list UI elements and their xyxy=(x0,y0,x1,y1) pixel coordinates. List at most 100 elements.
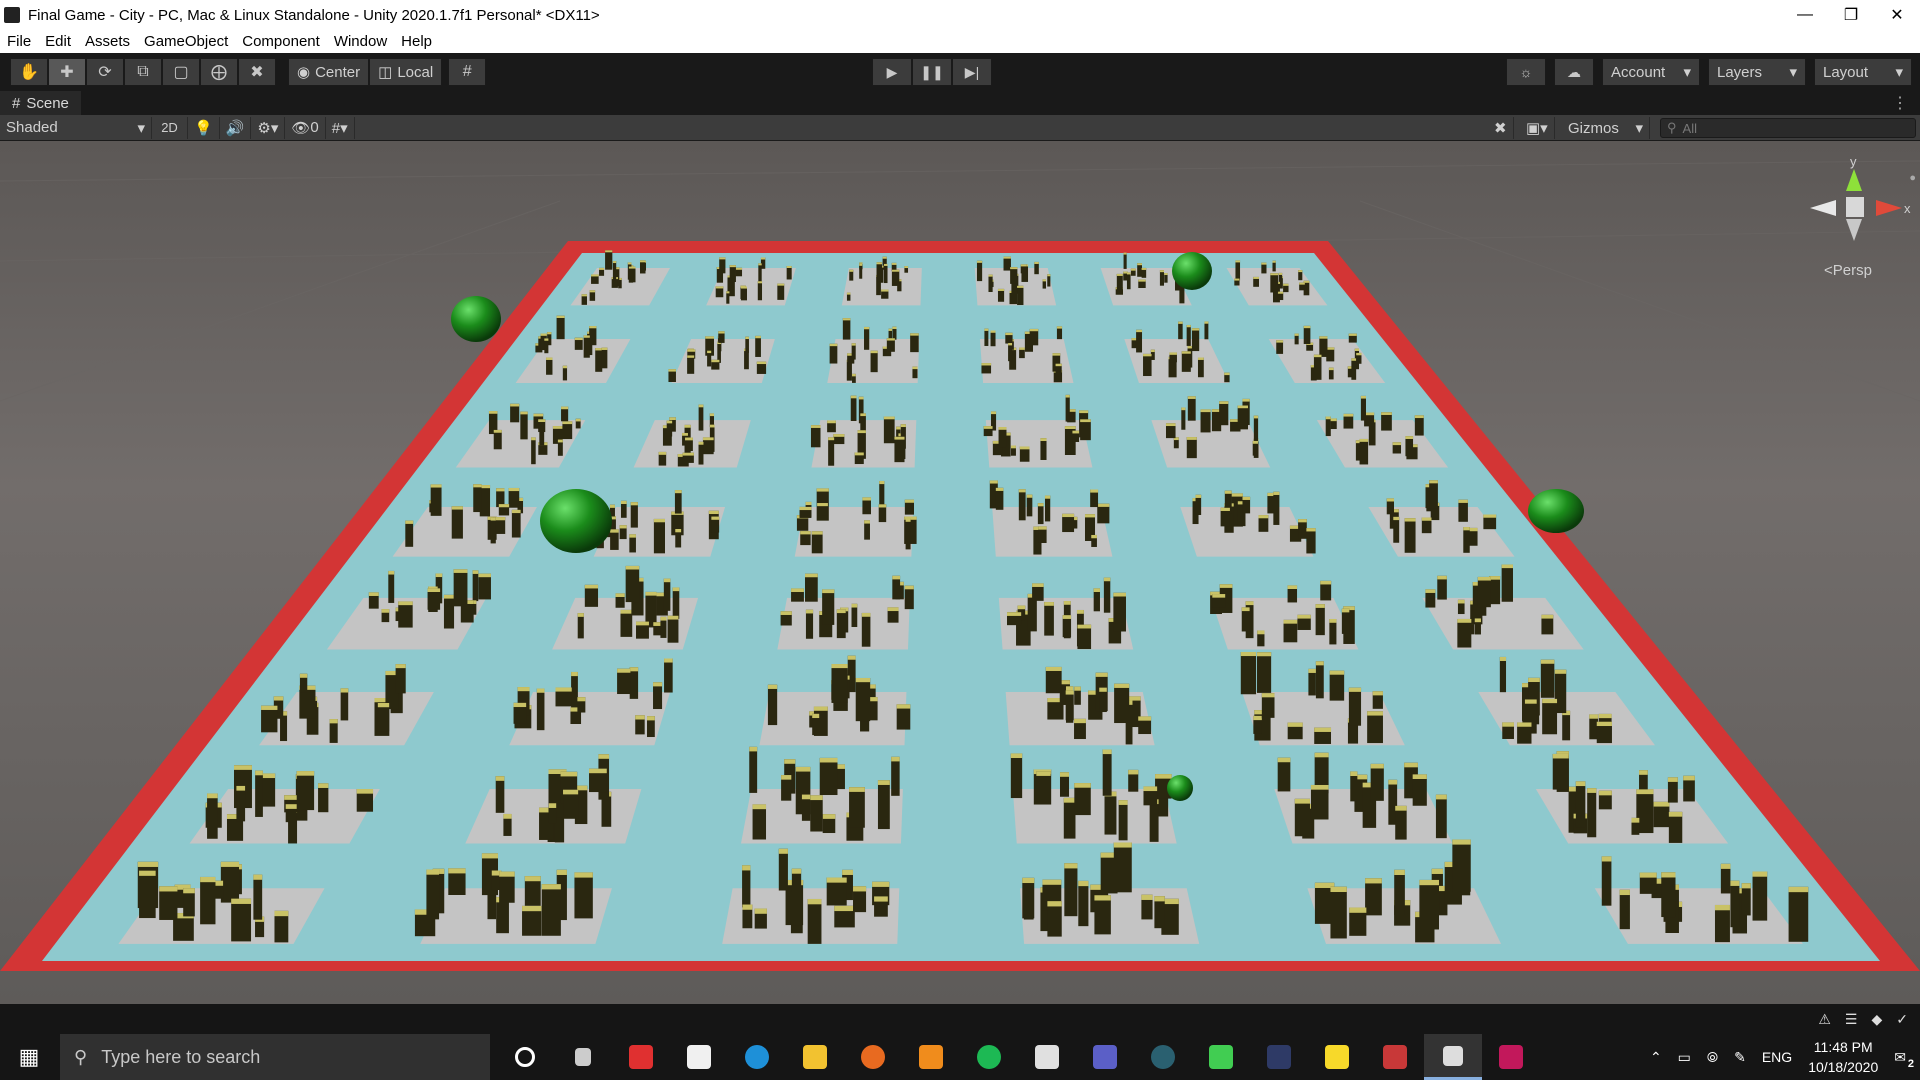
move-tool-icon[interactable]: ✚ xyxy=(48,58,86,86)
clock[interactable]: 11:48 PM 10/18/2020 xyxy=(1808,1037,1878,1077)
layout-dropdown[interactable]: Layout ▾ xyxy=(1814,58,1912,86)
windows-start-icon[interactable]: ▦ xyxy=(0,1034,58,1080)
rider-icon[interactable] xyxy=(1482,1034,1540,1080)
taskbar-search[interactable]: ⚲ Type here to search xyxy=(60,1034,490,1080)
spotify-icon[interactable] xyxy=(960,1034,1018,1080)
edge-icon[interactable] xyxy=(728,1034,786,1080)
restore-button[interactable]: ❐ xyxy=(1828,0,1874,30)
building xyxy=(819,757,838,796)
grid-snap-icon[interactable]: # xyxy=(448,58,487,86)
hidden-objects-toggle[interactable]: 👁 0 xyxy=(285,116,326,139)
notification-icon[interactable]: ✉ 2 xyxy=(1894,1049,1914,1070)
dropbox-off-icon[interactable]: ◆ xyxy=(1871,1011,1882,1028)
pivot-center-toggle[interactable]: ◉ Center xyxy=(288,58,370,86)
custom-tool-icon[interactable]: ✖ xyxy=(238,58,276,86)
menu-component[interactable]: Component xyxy=(235,33,327,50)
building-roof xyxy=(555,687,572,692)
app-red-icon[interactable] xyxy=(612,1034,670,1080)
layers-dropdown[interactable]: Layers ▾ xyxy=(1708,58,1806,86)
building xyxy=(1270,273,1279,293)
building xyxy=(1367,711,1383,744)
gitkraken-icon[interactable] xyxy=(1134,1034,1192,1080)
app-dark-icon[interactable] xyxy=(1250,1034,1308,1080)
fl-studio-icon[interactable] xyxy=(902,1034,960,1080)
camera-icon[interactable]: ▣▾ xyxy=(1520,117,1555,139)
transform-tool-icon[interactable]: ⨁ xyxy=(200,58,238,86)
rect-tool-icon[interactable]: ▢ xyxy=(162,58,200,86)
building-roof xyxy=(443,594,455,599)
check-icon[interactable]: ✓ xyxy=(1896,1011,1908,1028)
orientation-gizmo[interactable]: y x ● <Persp xyxy=(1810,151,1920,291)
lighting-icon[interactable]: 💡 xyxy=(188,116,220,139)
scene-search-input[interactable]: ⚲ All xyxy=(1660,118,1916,138)
building-roof xyxy=(1231,493,1243,497)
collab-icon[interactable]: ☼ xyxy=(1506,58,1546,86)
pen-icon[interactable]: ✎ xyxy=(1734,1049,1746,1066)
gizmo-neg-y-cone[interactable] xyxy=(1846,219,1862,241)
firefox-icon[interactable] xyxy=(844,1034,902,1080)
hand-tool-icon[interactable]: ✋ xyxy=(10,58,48,86)
tab-scene[interactable]: # Scene xyxy=(0,91,81,115)
teams-icon[interactable] xyxy=(1076,1034,1134,1080)
scale-tool-icon[interactable]: ⧉ xyxy=(124,58,162,86)
rotate-tool-icon[interactable]: ⟳ xyxy=(86,58,124,86)
menu-assets[interactable]: Assets xyxy=(78,33,137,50)
pivot-local-toggle[interactable]: ◫ Local xyxy=(369,58,443,86)
store-icon[interactable] xyxy=(670,1034,728,1080)
building xyxy=(255,770,263,817)
cortana-icon[interactable] xyxy=(496,1034,554,1080)
stack-icon[interactable]: ☰ xyxy=(1845,1011,1858,1028)
effects-icon[interactable]: ⚙▾ xyxy=(251,116,286,139)
account-dropdown[interactable]: Account ▾ xyxy=(1602,58,1700,86)
file-explorer-icon[interactable] xyxy=(786,1034,844,1080)
building-roof xyxy=(850,395,857,399)
menu-gameobject[interactable]: GameObject xyxy=(137,33,235,50)
building-roof xyxy=(864,520,870,524)
building-roof xyxy=(1435,794,1447,800)
map-app-icon[interactable] xyxy=(1018,1034,1076,1080)
pause-icon[interactable]: ❚❚ xyxy=(912,58,952,86)
wifi-icon[interactable]: ⦾ xyxy=(1707,1049,1718,1066)
building-roof xyxy=(1072,430,1080,434)
gizmo-y-cone[interactable] xyxy=(1846,169,1862,191)
gizmo-x-cone[interactable] xyxy=(1876,200,1902,216)
building-roof xyxy=(1661,872,1676,878)
building xyxy=(667,615,679,643)
building-roof xyxy=(1303,325,1311,329)
unity-app-icon[interactable] xyxy=(1424,1034,1482,1080)
close-button[interactable]: ✕ xyxy=(1874,0,1920,30)
city-scene[interactable] xyxy=(0,141,1920,1004)
tools-icon[interactable]: ✖ xyxy=(1488,117,1514,139)
building-roof xyxy=(745,336,749,340)
lock-icon[interactable]: ● xyxy=(1909,172,1916,184)
shading-mode-dropdown[interactable]: Shaded ▾ xyxy=(0,116,152,139)
menu-file[interactable]: File xyxy=(0,33,38,50)
step-icon[interactable]: ▶| xyxy=(952,58,992,86)
chevron-up-icon[interactable]: ⌃ xyxy=(1650,1049,1662,1066)
cloud-icon[interactable]: ☁ xyxy=(1554,58,1594,86)
sticky-notes-icon[interactable] xyxy=(1308,1034,1366,1080)
menu-edit[interactable]: Edit xyxy=(38,33,78,50)
menu-help[interactable]: Help xyxy=(394,33,439,50)
app-screen-icon[interactable] xyxy=(1366,1034,1424,1080)
play-icon[interactable]: ▶ xyxy=(872,58,912,86)
grid-toggle-icon[interactable]: #▾ xyxy=(326,116,355,139)
task-view-icon[interactable] xyxy=(554,1034,612,1080)
qt-icon[interactable] xyxy=(1192,1034,1250,1080)
language-indicator[interactable]: ENG xyxy=(1762,1049,1792,1065)
battery-icon[interactable]: ▭ xyxy=(1678,1049,1691,1066)
more-options-icon[interactable]: ⋮ xyxy=(1892,93,1908,113)
2d-toggle[interactable]: 2D xyxy=(152,116,188,139)
audio-icon[interactable]: 🔊 xyxy=(220,116,252,139)
minimize-button[interactable]: — xyxy=(1782,0,1828,30)
gizmos-dropdown[interactable]: Gizmos ▾ xyxy=(1562,117,1650,139)
menu-window[interactable]: Window xyxy=(327,33,394,50)
scene-viewport[interactable]: y x ● <Persp xyxy=(0,141,1920,1004)
building-roof xyxy=(1303,280,1310,283)
gizmo-center-cube[interactable] xyxy=(1846,197,1864,217)
projection-label[interactable]: <Persp xyxy=(1824,262,1872,279)
network-off-icon[interactable]: ⚠ xyxy=(1818,1011,1831,1028)
building-roof xyxy=(233,765,252,770)
building-roof xyxy=(629,667,639,672)
gizmo-neg-x-cone[interactable] xyxy=(1810,200,1836,216)
